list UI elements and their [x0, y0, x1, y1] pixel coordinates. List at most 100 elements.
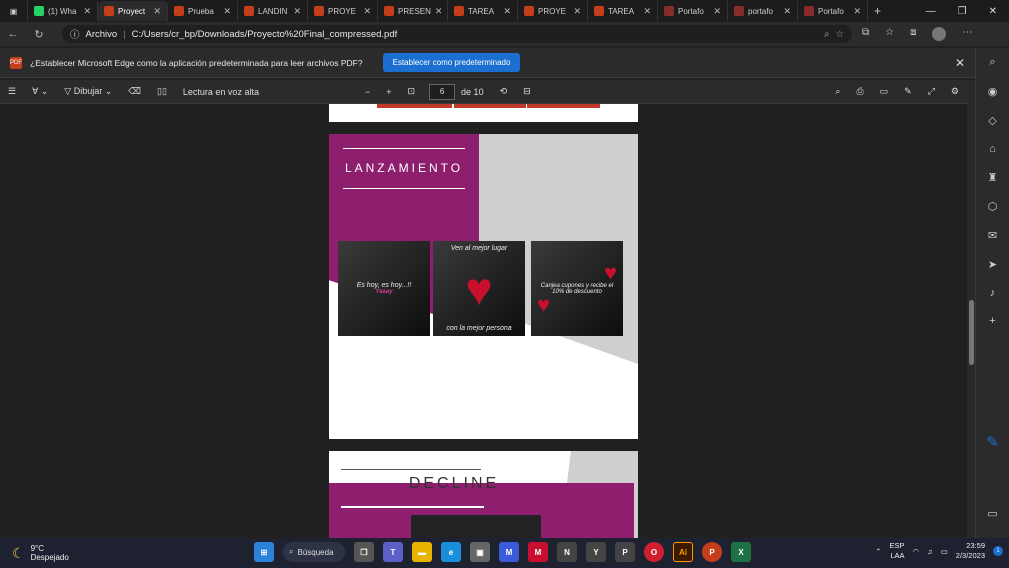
two-page-icon[interactable]: ⊟: [515, 86, 539, 97]
app-icon[interactable]: P: [615, 542, 635, 562]
read-aloud-button[interactable]: Lectura en voz alta: [175, 87, 267, 97]
save-icon[interactable]: ▭: [872, 86, 897, 97]
clock[interactable]: 23:59 2/3/2023: [956, 541, 985, 561]
browser-tab[interactable]: PRESEN ✕: [378, 1, 448, 21]
tab-actions-icon[interactable]: ▣: [0, 1, 28, 21]
eraser-icon[interactable]: ⌫: [120, 86, 149, 97]
close-window-icon[interactable]: ✕: [989, 6, 997, 17]
extensions-icon[interactable]: ⧉: [862, 27, 869, 41]
weather-widget[interactable]: ☾ 9°C Despejado: [0, 544, 69, 562]
favorites-icon[interactable]: ☆: [885, 27, 894, 41]
restore-icon[interactable]: ❐: [958, 6, 967, 17]
browser-tab[interactable]: PROYE ✕: [518, 1, 588, 21]
games-icon[interactable]: ♜: [988, 171, 998, 184]
outlook-icon[interactable]: ✉: [988, 229, 997, 242]
set-default-button[interactable]: Establecer como predeterminado: [382, 53, 521, 72]
browser-tab[interactable]: TAREA ✕: [448, 1, 518, 21]
profile-avatar[interactable]: [932, 27, 947, 41]
copilot-icon[interactable]: ◉: [988, 85, 998, 98]
windows-start-icon[interactable]: ⊞: [254, 542, 274, 562]
bell-icon[interactable]: ♪: [990, 287, 996, 299]
fit-page-icon[interactable]: ⊡: [400, 86, 424, 97]
send-icon[interactable]: ➤: [988, 258, 997, 271]
settings-icon[interactable]: ⚙: [943, 86, 967, 97]
close-tab-icon[interactable]: ✕: [783, 6, 791, 17]
print-icon[interactable]: ⎙: [848, 86, 871, 97]
battery-icon[interactable]: ▭: [941, 547, 948, 556]
edge-icon[interactable]: e: [441, 542, 461, 562]
browser-tab[interactable]: TAREA ✕: [588, 1, 658, 21]
browser-tab[interactable]: portafo ✕: [728, 1, 798, 21]
search-icon[interactable]: ⌕: [827, 86, 848, 97]
language-indicator[interactable]: ESP LAA: [890, 541, 905, 561]
zoom-out-icon[interactable]: −: [357, 87, 378, 97]
shopping-icon[interactable]: ◇: [988, 114, 996, 127]
close-tab-icon[interactable]: ✕: [153, 6, 161, 17]
scrollbar-thumb[interactable]: [969, 300, 974, 365]
browser-tab[interactable]: (1) Wha ✕: [28, 1, 98, 21]
search-icon[interactable]: ⌕: [989, 56, 995, 69]
browser-tab[interactable]: Prueba ✕: [168, 1, 238, 21]
close-tab-icon[interactable]: ✕: [713, 6, 721, 17]
close-tab-icon[interactable]: ✕: [293, 6, 301, 17]
info-icon[interactable]: ⓘ: [70, 27, 80, 41]
zoom-icon[interactable]: ⌕: [824, 29, 829, 40]
add-icon[interactable]: +: [989, 315, 995, 327]
highlight-icon[interactable]: ∀ ⌄: [24, 86, 56, 97]
new-tab-button[interactable]: +: [868, 1, 887, 21]
refresh-icon[interactable]: ↻: [26, 28, 52, 41]
save-as-icon[interactable]: ✎: [896, 86, 920, 97]
mcafee-icon[interactable]: M: [528, 542, 548, 562]
opera-icon[interactable]: O: [644, 542, 664, 562]
browser-tab[interactable]: PROYE ✕: [308, 1, 378, 21]
browser-tab[interactable]: LANDIN ✕: [238, 1, 308, 21]
tab-label: portafo: [748, 6, 773, 16]
illustrator-icon[interactable]: Ai: [673, 542, 693, 562]
powerpoint-icon[interactable]: P: [702, 542, 722, 562]
favorite-add-icon[interactable]: ☆: [835, 29, 844, 40]
draw-icon[interactable]: ▽ Dibujar ⌄: [56, 86, 120, 97]
back-icon[interactable]: ←: [0, 28, 26, 40]
close-tab-icon[interactable]: ✕: [853, 6, 861, 17]
close-tab-icon[interactable]: ✕: [573, 6, 581, 17]
excel-icon[interactable]: X: [731, 542, 751, 562]
edit-icon[interactable]: ✎: [986, 433, 999, 451]
url-text[interactable]: C:/Users/cr_bp/Downloads/Proyecto%20Fina…: [132, 29, 398, 40]
more-menu-icon[interactable]: ⋯: [962, 27, 972, 41]
contents-icon[interactable]: ☰: [0, 86, 24, 97]
microsoft365-icon[interactable]: ⬡: [988, 200, 998, 213]
address-bar[interactable]: ⓘ Archivo | C:/Users/cr_bp/Downloads/Pro…: [62, 25, 852, 43]
app-icon[interactable]: N: [557, 542, 577, 562]
browser-tab[interactable]: Portafo ✕: [658, 1, 728, 21]
volume-icon[interactable]: ♫: [927, 547, 933, 556]
browser-tab[interactable]: Proyect ✕: [98, 1, 168, 21]
close-tab-icon[interactable]: ✕: [503, 6, 511, 17]
page-view-icon[interactable]: ▯▯: [149, 86, 175, 97]
close-tab-icon[interactable]: ✕: [83, 6, 91, 17]
app-icon[interactable]: M: [499, 542, 519, 562]
browser-tab[interactable]: Portafo ✕: [798, 1, 868, 21]
pdf-viewer[interactable]: LANZAMIENTO Es hoy, es hoy...!! Yaaay Ve…: [0, 104, 967, 538]
zoom-in-icon[interactable]: +: [378, 87, 399, 97]
task-view-icon[interactable]: ❐: [354, 542, 374, 562]
fullscreen-icon[interactable]: ⤢: [920, 86, 943, 97]
taskbar-search[interactable]: ⌕ Búsqueda: [283, 542, 345, 562]
app-icon[interactable]: Y: [586, 542, 606, 562]
minimize-icon[interactable]: —: [926, 6, 936, 17]
rotate-icon[interactable]: ⟲: [492, 86, 516, 97]
close-tab-icon[interactable]: ✕: [363, 6, 371, 17]
close-infobar-icon[interactable]: ✕: [955, 56, 965, 70]
wifi-icon[interactable]: ◠: [913, 547, 920, 556]
teams-icon[interactable]: T: [383, 542, 403, 562]
tools-icon[interactable]: ⌂: [989, 143, 996, 155]
close-tab-icon[interactable]: ✕: [223, 6, 231, 17]
file-explorer-icon[interactable]: ▬: [412, 542, 432, 562]
store-icon[interactable]: ▣: [470, 542, 490, 562]
layout-icon[interactable]: ▭: [987, 507, 997, 520]
notification-badge[interactable]: 1: [993, 546, 1003, 556]
collections-icon[interactable]: ⧈: [910, 27, 916, 41]
chevron-up-icon[interactable]: ⌃: [875, 547, 881, 556]
close-tab-icon[interactable]: ✕: [643, 6, 651, 17]
page-number-input[interactable]: 6: [429, 83, 456, 100]
close-tab-icon[interactable]: ✕: [435, 6, 443, 17]
